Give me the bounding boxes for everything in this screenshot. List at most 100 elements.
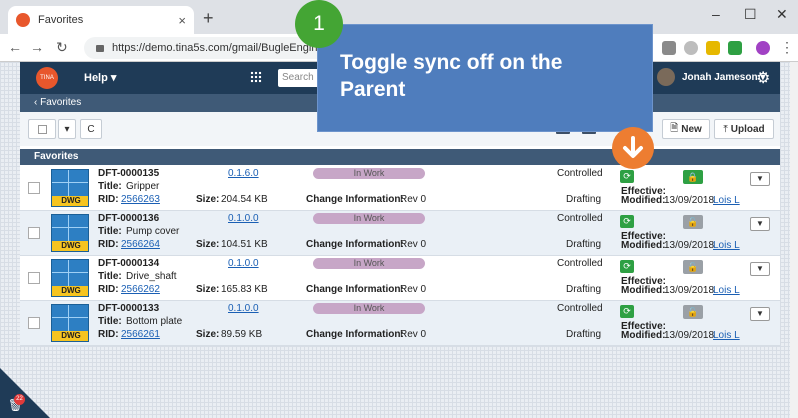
new-icon: 🗎 — [670, 122, 679, 134]
version-link[interactable]: 0.1.0.0 — [228, 303, 259, 314]
control-status: Controlled — [557, 168, 603, 179]
select-all-checkbox[interactable] — [28, 119, 56, 139]
modified-label: Modified: — [621, 285, 666, 296]
file-type-badge: DWG — [52, 286, 88, 296]
app-logo[interactable]: TINA — [36, 67, 58, 89]
modified-by-link[interactable]: Lois L — [713, 240, 740, 251]
forward-arrow-icon[interactable]: → — [30, 39, 44, 55]
upload-icon: ⤒ — [723, 123, 728, 135]
modified-label: Modified: — [621, 240, 666, 251]
rid-label: RID: — [98, 284, 119, 295]
callout-line-2: Parent — [340, 78, 406, 101]
maximize-button[interactable]: ☐ — [744, 6, 757, 23]
status-badge: In Work — [313, 303, 425, 314]
row-checkbox[interactable] — [28, 227, 40, 239]
upload-button-label: Upload — [730, 123, 765, 135]
row-checkbox[interactable] — [28, 317, 40, 329]
user-menu[interactable]: Jonah Jameson ▾ — [682, 72, 765, 83]
change-info-value: Rev 0 — [400, 329, 427, 340]
document-id: DFT-0000135 — [98, 168, 160, 179]
browser-tab[interactable]: Favorites × — [8, 6, 194, 34]
rid-link[interactable]: 2566263 — [121, 194, 160, 205]
version-link[interactable]: 0.1.6.0 — [228, 168, 259, 179]
file-type-badge: DWG — [52, 331, 88, 341]
modified-by-link[interactable]: Lois L — [713, 195, 740, 206]
padlock-icon[interactable]: 🔓 — [683, 260, 703, 274]
version-link[interactable]: 0.1.0.0 — [228, 258, 259, 269]
file-thumbnail[interactable]: DWG — [51, 259, 89, 297]
status-badge: In Work — [313, 258, 425, 269]
profile-avatar-icon[interactable] — [756, 41, 770, 55]
rid-label: RID: — [98, 329, 119, 340]
tab-close-button[interactable]: × — [178, 13, 186, 28]
status-badge: In Work — [313, 213, 425, 224]
rid-link[interactable]: 2566262 — [121, 284, 160, 295]
new-tab-button[interactable]: + — [203, 8, 214, 29]
document-id: DFT-0000134 — [98, 258, 160, 269]
table-row[interactable]: DWG DFT-0000135 Title: Gripper RID: 2566263 0.… — [20, 166, 780, 211]
file-type-badge: DWG — [52, 241, 88, 251]
row-checkbox[interactable] — [28, 272, 40, 284]
file-size: 204.54 KB — [221, 194, 268, 205]
sync-icon[interactable]: ⟳ — [620, 305, 634, 318]
gear-icon[interactable]: ⚙ — [756, 68, 770, 88]
sync-icon[interactable]: ⟳ — [620, 260, 634, 273]
minimize-button[interactable]: – — [712, 6, 720, 22]
avatar[interactable] — [657, 68, 675, 86]
extension-icon[interactable] — [662, 41, 676, 55]
help-menu[interactable]: Help ▾ — [84, 71, 116, 84]
extension-icon[interactable] — [728, 41, 742, 55]
change-info-label: Change Information: — [306, 329, 404, 340]
title-label: Title: — [98, 271, 122, 282]
table-row[interactable]: DWG DFT-0000133 Title: Bottom plate RID: 2566… — [20, 301, 780, 346]
lifecycle-stage: Drafting — [566, 329, 602, 340]
callout-text: Toggle sync off on the Parent — [340, 49, 562, 103]
new-button[interactable]: 🗎 New — [662, 119, 710, 139]
row-menu-dropdown[interactable]: ▼ — [750, 172, 770, 186]
page-scrollbar[interactable] — [790, 62, 798, 418]
extension-icon[interactable] — [684, 41, 698, 55]
control-status: Controlled — [557, 213, 603, 224]
document-title: Gripper — [126, 181, 160, 192]
modified-by-link[interactable]: Lois L — [713, 330, 740, 341]
row-menu-dropdown[interactable]: ▼ — [750, 262, 770, 276]
padlock-icon[interactable]: 🔒 — [683, 170, 703, 184]
version-link[interactable]: 0.1.0.0 — [228, 213, 259, 224]
rid-link[interactable]: 2566261 — [121, 329, 160, 340]
file-thumbnail[interactable]: DWG — [51, 214, 89, 252]
back-arrow-icon[interactable]: ← — [8, 39, 22, 55]
file-size: 104.51 KB — [221, 239, 268, 250]
upload-button[interactable]: ⤒ Upload — [714, 119, 774, 139]
control-status: Controlled — [557, 258, 603, 269]
refresh-button[interactable]: C — [80, 119, 102, 139]
file-thumbnail[interactable]: DWG — [51, 304, 89, 342]
modified-date: 13/09/2018 — [664, 240, 715, 251]
lifecycle-stage: Drafting — [566, 194, 602, 205]
rid-link[interactable]: 2566264 — [121, 239, 160, 250]
breadcrumb[interactable]: ‹ Favorites — [34, 97, 81, 108]
modified-by-link[interactable]: Lois L — [713, 285, 740, 296]
padlock-icon[interactable]: 🔓 — [683, 305, 703, 319]
sync-icon[interactable]: ⟳ — [620, 170, 634, 183]
select-dropdown[interactable]: ▾ — [58, 119, 76, 139]
row-checkbox[interactable] — [28, 182, 40, 194]
file-thumbnail[interactable]: DWG — [51, 169, 89, 207]
table-row[interactable]: DWG DFT-0000136 Title: Pump cover RID: 256626… — [20, 211, 780, 256]
close-window-button[interactable]: ✕ — [776, 6, 788, 23]
sync-icon[interactable]: ⟳ — [620, 215, 634, 228]
change-info-value: Rev 0 — [400, 239, 427, 250]
change-info-label: Change Information: — [306, 239, 404, 250]
change-info-value: Rev 0 — [400, 194, 427, 205]
apps-grid-icon[interactable] — [250, 71, 262, 83]
padlock-icon[interactable]: 🔓 — [683, 215, 703, 229]
row-menu-dropdown[interactable]: ▼ — [750, 217, 770, 231]
table-row[interactable]: DWG DFT-0000134 Title: Drive_shaft RID: 25662… — [20, 256, 780, 301]
title-label: Title: — [98, 181, 122, 192]
row-menu-dropdown[interactable]: ▼ — [750, 307, 770, 321]
reload-icon[interactable]: ↻ — [56, 39, 68, 56]
extension-icon[interactable] — [706, 41, 720, 55]
browser-menu-icon[interactable]: ⋮ — [780, 39, 794, 56]
document-id: DFT-0000136 — [98, 213, 160, 224]
tab-title: Favorites — [38, 14, 84, 26]
new-button-label: New — [681, 123, 702, 135]
